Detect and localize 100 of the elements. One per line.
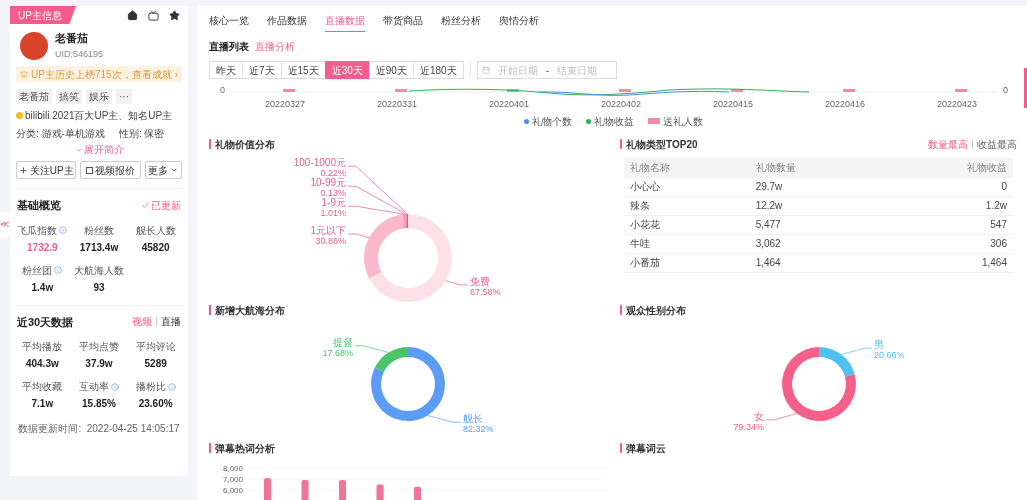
stat-label: 舰长人数 xyxy=(135,223,176,238)
slice-label: 10-99元 xyxy=(309,176,346,188)
sub-tab[interactable]: 直播列表 xyxy=(209,39,249,54)
leader-line xyxy=(444,279,468,285)
slice-label: 提督 xyxy=(332,336,353,348)
tag: 娱乐 xyxy=(86,89,112,104)
tag: 老番茄 xyxy=(16,89,52,104)
action-button[interactable]: 视频报价 xyxy=(80,161,141,179)
action-button[interactable]: 更多 xyxy=(144,161,182,179)
column-header: 礼物名称 xyxy=(630,161,671,175)
certification-icon xyxy=(16,112,23,119)
axis-label: 20220327 xyxy=(263,98,306,111)
slice-label: 100-1000元 xyxy=(293,156,346,168)
calendar-icon xyxy=(481,66,490,74)
stat-label: 互动率 xyxy=(79,380,109,394)
nav-tab[interactable]: 作品数据 xyxy=(267,13,307,32)
stat-label: 飞瓜指数 xyxy=(17,223,58,238)
square-icon xyxy=(86,166,94,174)
range-button[interactable]: 近90天 xyxy=(368,61,414,79)
info-icon[interactable] xyxy=(167,382,176,391)
stat-label: 平均评论 xyxy=(135,340,176,354)
slice-percent: 82.32% xyxy=(462,423,494,434)
axis-label: 20220415 xyxy=(711,98,754,111)
axis-label: 20220423 xyxy=(935,98,978,111)
period-toggle[interactable]: 直播 xyxy=(161,314,181,330)
table-cell-text: 1.2w xyxy=(984,199,1007,213)
scroll-indicator xyxy=(1024,68,1027,108)
slice-label: 1-9元 xyxy=(321,196,346,208)
date-separator: - xyxy=(545,63,549,78)
up-name: 老番茄 xyxy=(55,31,89,46)
slice-percent: 20.66% xyxy=(873,349,905,360)
nav-tab[interactable]: 粉丝分析 xyxy=(441,13,481,32)
stat-label: 平均播放 xyxy=(22,340,63,354)
column-header: 礼物数量 xyxy=(755,161,797,175)
axis-label: 0 xyxy=(1003,84,1008,98)
legend-label: 礼物个数 xyxy=(531,114,572,129)
stat-value: 1713.4w xyxy=(79,240,119,255)
stat-label: 播粉比 xyxy=(135,380,166,394)
stat-label: 大航海人数 xyxy=(74,263,124,278)
table-cell-text: 3,062 xyxy=(755,237,782,251)
stat-value: 1.4w xyxy=(31,280,54,295)
section-title: 观众性别分布 xyxy=(626,303,686,318)
legend-label: 礼物收益 xyxy=(593,114,634,129)
slice-percent: 79.34% xyxy=(732,421,764,432)
stat-label: 粉丝数 xyxy=(84,223,114,238)
star-icon[interactable] xyxy=(169,9,180,21)
nav-tab[interactable]: 舆情分析 xyxy=(499,13,539,32)
update-time: 数据更新时间: 2022-04-25 14:05:17 xyxy=(18,422,180,436)
range-button[interactable]: 近15天 xyxy=(280,61,326,79)
caret-icon xyxy=(170,166,179,174)
axis-tick: 8,000 xyxy=(222,463,243,473)
stat-label: 粉丝团 xyxy=(22,263,53,278)
stat-value: 23.60% xyxy=(138,397,173,411)
stat-value: 15.85% xyxy=(82,397,116,411)
home-icon[interactable] xyxy=(127,9,138,21)
stat-label: 平均收藏 xyxy=(22,380,63,394)
range-button[interactable]: 近7天 xyxy=(242,61,282,79)
section-title: 弹幕热词分析 xyxy=(215,441,275,456)
stat-value: 37.9w xyxy=(85,357,113,371)
category-text: 分类: 游戏-单机游戏 xyxy=(16,127,105,141)
sort-toggle[interactable]: 收益最高 xyxy=(977,136,1017,152)
table-cell-text: 29.7w xyxy=(755,180,784,194)
rank-text: UP主历史上榜715次，查看成就 xyxy=(31,67,172,82)
leader-line xyxy=(426,414,461,423)
axis-label: 20220401 xyxy=(487,98,530,111)
section-title: 新增大航海分布 xyxy=(215,303,285,318)
table-cell-text: 5,477 xyxy=(755,218,782,232)
slice-percent: 0.22% xyxy=(319,167,346,178)
avatar xyxy=(20,31,48,60)
slice-percent: 17.68% xyxy=(321,347,353,358)
range-button[interactable]: 昨天 xyxy=(209,61,243,79)
gender-text: 性别: 保密 xyxy=(118,127,165,141)
nav-tab[interactable]: 带货商品 xyxy=(383,13,423,32)
tag: ··· xyxy=(116,89,132,104)
table-cell-text: 牛哇 xyxy=(630,237,651,251)
slice-label: 女 xyxy=(753,410,764,422)
stat-value: 1732.9 xyxy=(27,240,58,255)
slice-label: 舰长 xyxy=(462,412,483,424)
tv-icon[interactable] xyxy=(148,9,159,21)
info-icon[interactable] xyxy=(111,382,119,391)
slice-label: 免费 xyxy=(469,275,490,287)
uid-text: UID:546195 xyxy=(55,47,104,61)
recent-title: 近30天数据 xyxy=(17,314,74,330)
axis-label: 20220402 xyxy=(599,98,642,111)
info-icon[interactable] xyxy=(59,226,68,234)
check-icon xyxy=(141,200,150,210)
stat-label: 平均点赞 xyxy=(79,340,119,354)
plus-icon xyxy=(18,165,28,175)
range-button[interactable]: 近180天 xyxy=(412,61,464,79)
axis-tick: 7,000 xyxy=(222,474,243,484)
action-button[interactable]: 关注UP主 xyxy=(16,161,77,179)
slice-percent: 30.86% xyxy=(314,235,346,246)
nav-tab[interactable]: 核心一览 xyxy=(209,13,249,32)
leader-line xyxy=(765,412,797,420)
slice-label: 男 xyxy=(873,338,884,350)
table-cell-text: 小花花 xyxy=(630,218,661,232)
axis-label: 20220416 xyxy=(823,98,866,111)
info-icon[interactable] xyxy=(54,266,63,274)
certification-text: bilibili 2021百大UP主、知名UP主 xyxy=(25,109,173,123)
table-cell-text: 辣条 xyxy=(630,199,651,213)
